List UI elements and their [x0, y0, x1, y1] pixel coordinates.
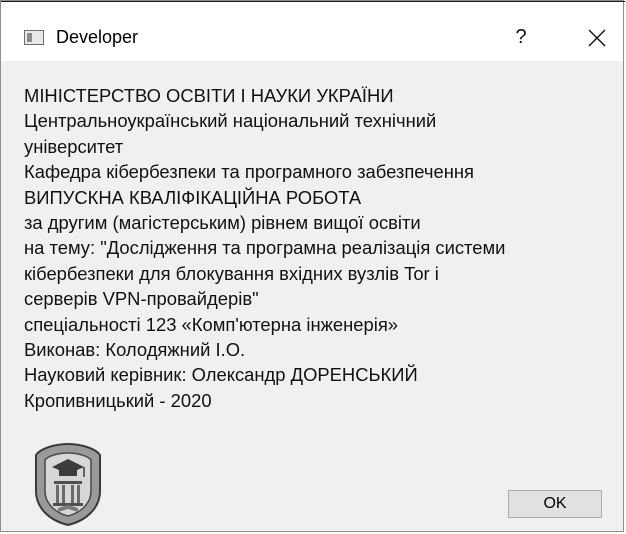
message-line: кібербезпеки для блокування вхідних вузл… [24, 262, 439, 284]
title-bar[interactable]: Developer ? [1, 2, 623, 61]
message-line: університет [24, 135, 124, 157]
ok-button[interactable]: OK [508, 490, 602, 518]
message-line: Центральноукраїнський національний техні… [24, 110, 437, 132]
message-line: ВИПУСКНА КВАЛІФІКАЦІЙНА РОБОТА [24, 186, 362, 208]
message-dialog: Developer ? МІНІСТЕРСТВО ОСВІТИ І НАУКИ … [0, 0, 625, 532]
window-app-icon [24, 30, 44, 45]
message-line: за другим (магістерським) рівнем вищої о… [24, 212, 421, 234]
message-line: Науковий керівник: Олександр ДОРЕНСЬКИЙ [24, 364, 418, 386]
message-line: на тему: "Дослідження та програмна реалі… [24, 237, 506, 259]
close-icon [588, 29, 606, 47]
message-line: Кропивницький - 2020 [24, 389, 212, 411]
university-emblem-icon [30, 441, 106, 527]
message-text: МІНІСТЕРСТВО ОСВІТИ І НАУКИ УКРАЇНИ Цент… [24, 83, 619, 413]
window-title: Developer [56, 27, 139, 47]
message-line: МІНІСТЕРСТВО ОСВІТИ І НАУКИ УКРАЇНИ [24, 85, 394, 106]
message-line: Кафедра кібербезпеки та програмного забе… [24, 161, 475, 183]
message-line: спеціальності 123 «Комп'ютерна інженерія… [24, 313, 399, 335]
message-line: Виконав: Колодяжний І.О. [24, 339, 246, 361]
message-line: серверів VPN-провайдерів" [24, 288, 259, 310]
help-button[interactable]: ? [507, 22, 535, 52]
close-button[interactable] [581, 22, 613, 52]
